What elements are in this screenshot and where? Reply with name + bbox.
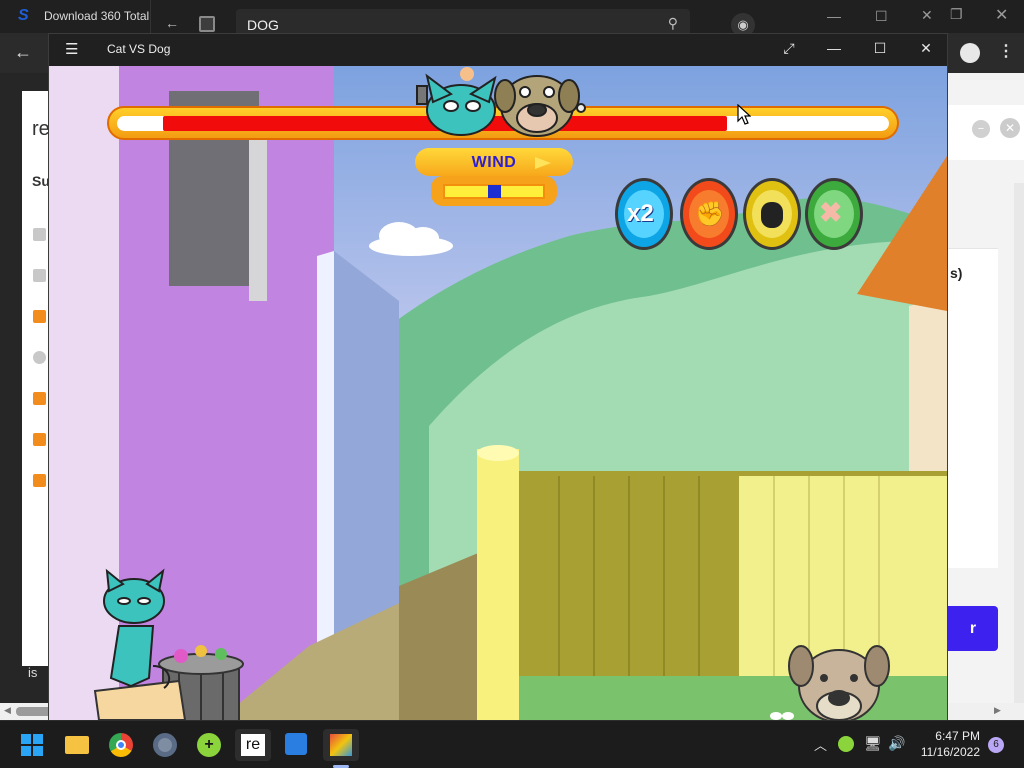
gas-mask-icon bbox=[761, 202, 783, 228]
gear-icon[interactable] bbox=[33, 351, 46, 364]
browser-logo-icon: S bbox=[18, 7, 29, 24]
security-app-icon[interactable]: + bbox=[197, 733, 221, 757]
maximize-icon[interactable]: ☐ bbox=[875, 8, 888, 25]
more-options-icon[interactable]: ⋮ bbox=[998, 41, 1014, 61]
network-icon[interactable]: 🖥 bbox=[864, 735, 882, 752]
game-minimize-icon[interactable]: — bbox=[822, 40, 846, 56]
x2-label: x2 bbox=[627, 200, 654, 227]
game-stage[interactable]: WIND x2 ✊ ✖ bbox=[49, 66, 947, 720]
page-right-text: s) bbox=[950, 265, 963, 281]
fullscreen-icon[interactable]: ⤢ bbox=[777, 40, 801, 57]
left-wall-edge bbox=[49, 66, 119, 720]
grid-icon[interactable] bbox=[33, 433, 46, 446]
page-right-button[interactable]: r bbox=[948, 606, 998, 651]
chart-icon[interactable] bbox=[33, 228, 46, 241]
game-window-title: Cat VS Dog bbox=[107, 42, 171, 56]
dismiss-icon[interactable]: ✕ bbox=[1000, 118, 1020, 138]
restore-icon[interactable]: ❐ bbox=[950, 6, 963, 23]
tray-security-icon[interactable] bbox=[838, 736, 854, 752]
wind-needle bbox=[488, 185, 501, 198]
scroll-right-icon[interactable]: ▶ bbox=[994, 705, 1001, 716]
settings-icon[interactable] bbox=[153, 733, 177, 757]
game-maximize-icon[interactable]: ☐ bbox=[868, 40, 892, 57]
fence-post-top bbox=[477, 445, 519, 461]
background-page-left: re Su is bbox=[0, 73, 50, 703]
power-punch-button[interactable]: ✊ bbox=[680, 178, 738, 250]
reverso-icon: re bbox=[241, 734, 265, 756]
clock[interactable]: 6:47 PM 11/16/2022 bbox=[918, 728, 980, 760]
scroll-left-icon[interactable]: ◀ bbox=[4, 705, 11, 716]
wind-indicator: WIND bbox=[415, 148, 573, 208]
bandage-icon: ✖ bbox=[819, 197, 843, 228]
browser-tab-title[interactable]: Download 360 Total bbox=[44, 9, 149, 23]
volume-icon[interactable]: 🔊 bbox=[888, 735, 905, 752]
cat-portrait-icon bbox=[416, 67, 497, 136]
notification-badge[interactable]: 6 bbox=[988, 737, 1004, 753]
collapse-icon[interactable]: − bbox=[972, 120, 990, 138]
page-footer-text: is bbox=[28, 665, 38, 680]
dog-portrait-icon bbox=[494, 75, 586, 137]
page-right-content bbox=[948, 248, 998, 568]
minimize-icon[interactable]: — bbox=[827, 8, 841, 24]
search-icon[interactable]: ⚲ bbox=[668, 15, 678, 32]
lock-icon[interactable] bbox=[33, 474, 46, 487]
mail-icon[interactable] bbox=[33, 310, 46, 323]
chrome-icon[interactable] bbox=[109, 733, 133, 757]
hamburger-menu-icon[interactable]: ☰ bbox=[65, 40, 78, 58]
message-icon[interactable] bbox=[33, 269, 46, 282]
bandage-button[interactable]: ✖ bbox=[805, 178, 863, 250]
profile-icon[interactable] bbox=[960, 43, 980, 63]
background-page-right: − ✕ s) r bbox=[948, 73, 1024, 703]
mouse-cursor-icon bbox=[737, 104, 751, 125]
browser-close-icon[interactable]: ✕ bbox=[995, 5, 1008, 25]
browser-window-controls: ❐ ✕ bbox=[948, 0, 1024, 33]
fence-post bbox=[477, 449, 519, 720]
start-icon[interactable] bbox=[21, 734, 43, 756]
store-taskbar-icon[interactable] bbox=[285, 733, 307, 755]
player-portraits bbox=[416, 67, 586, 137]
clock-date: 11/16/2022 bbox=[920, 745, 980, 759]
file-explorer-icon[interactable] bbox=[65, 736, 89, 754]
clock-time: 6:47 PM bbox=[935, 729, 980, 743]
browser-back-icon[interactable]: ← bbox=[14, 42, 32, 63]
close-icon[interactable]: ✕ bbox=[921, 7, 933, 24]
game-close-icon[interactable]: ✕ bbox=[914, 40, 938, 57]
store-search-value: DOG bbox=[247, 17, 279, 33]
taskbar: + re ︿ 🖥 🔊 6:47 PM 11/16/2022 6 bbox=[0, 720, 1024, 768]
gas-mask-button[interactable] bbox=[743, 178, 801, 250]
fist-icon: ✊ bbox=[695, 201, 725, 228]
game-app-icon bbox=[330, 734, 352, 756]
reverso-taskbar-item[interactable]: re bbox=[235, 729, 271, 761]
trash-icon[interactable] bbox=[33, 392, 46, 405]
game-window: ☰ Cat VS Dog ⤢ — ☐ ✕ WIND x2 ✊ ✖ bbox=[48, 33, 948, 720]
game-taskbar-item[interactable] bbox=[323, 729, 359, 761]
back-arrow-icon[interactable]: ← bbox=[165, 15, 179, 31]
vertical-scrollbar[interactable] bbox=[1014, 183, 1024, 703]
window-frame bbox=[249, 136, 267, 301]
store-icon bbox=[199, 16, 215, 32]
wind-arrow-icon bbox=[535, 157, 551, 169]
chevron-up-icon[interactable]: ︿ bbox=[814, 735, 827, 754]
game-title-bar: ☰ Cat VS Dog ⤢ — ☐ ✕ bbox=[49, 34, 947, 66]
double-damage-button[interactable]: x2 bbox=[615, 178, 673, 250]
